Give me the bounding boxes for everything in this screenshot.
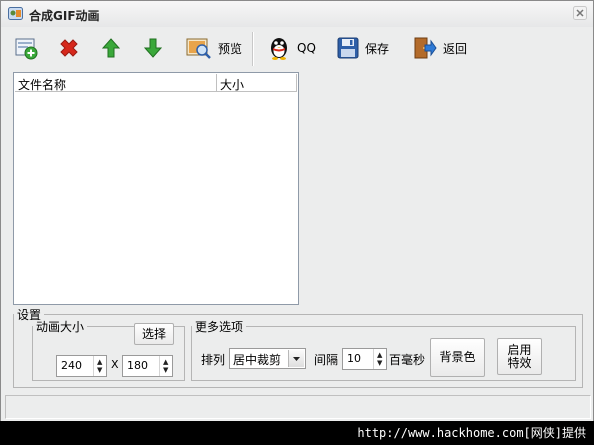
delete-button[interactable] (57, 33, 81, 63)
interval-value: 10 (347, 352, 361, 365)
select-size-button[interactable]: 选择 (134, 323, 174, 345)
dropdown-arrow-icon[interactable] (288, 350, 304, 367)
width-spinner-arrows[interactable]: ▲ ▼ (93, 356, 106, 376)
preview-icon (186, 38, 211, 59)
height-spinner-arrows[interactable]: ▲ ▼ (159, 356, 172, 376)
interval-spinner-arrows[interactable]: ▲ ▼ (373, 349, 386, 369)
interval-unit: 百毫秒 (389, 353, 426, 367)
arrange-select[interactable]: 居中裁剪 (229, 348, 306, 369)
window-title: 合成GIF动画 (29, 9, 100, 23)
height-spinbox[interactable]: 180 ▲ ▼ (122, 355, 173, 377)
save-label: 保存 (365, 41, 390, 56)
width-value: 240 (61, 359, 82, 372)
arrange-value: 居中裁剪 (233, 353, 282, 367)
floppy-icon (337, 37, 359, 59)
move-up-button[interactable] (100, 33, 122, 63)
title-bar: 合成GIF动画 (1, 1, 593, 27)
qq-penguin-icon (271, 38, 287, 60)
qq-label: QQ (297, 41, 316, 55)
main-window: 合成GIF动画 预览 QQ 保存 返回 文件名称 大小 设置 动画大小 选择 2… (0, 0, 594, 422)
move-down-button[interactable] (142, 33, 164, 63)
height-value: 180 (127, 359, 148, 372)
enable-effects-button[interactable]: 启用 特效 (497, 338, 542, 375)
arrow-up-icon (101, 38, 121, 58)
save-button[interactable]: 保存 (337, 33, 389, 63)
add-icon (15, 38, 38, 60)
watermark-text: http://www.hackhome.com[网侠]提供 (357, 426, 586, 440)
preview-button[interactable]: 预览 (186, 33, 242, 63)
exit-door-icon (414, 37, 437, 59)
animation-size-legend: 动画大小 (36, 320, 85, 334)
back-button[interactable]: 返回 (413, 33, 467, 63)
preview-label: 预览 (218, 41, 243, 56)
width-spinbox[interactable]: 240 ▲ ▼ (56, 355, 107, 377)
more-options-legend: 更多选项 (195, 320, 244, 334)
size-separator: X (111, 358, 119, 371)
column-divider[interactable] (216, 74, 217, 91)
status-bar (5, 395, 591, 419)
close-icon[interactable] (573, 6, 587, 20)
back-label: 返回 (443, 41, 468, 56)
interval-label: 间隔 (314, 353, 339, 367)
column-header-size[interactable]: 大小 (220, 76, 244, 93)
toolbar: 预览 QQ 保存 返回 (1, 29, 593, 67)
column-header-filename[interactable]: 文件名称 (18, 76, 66, 93)
qq-button[interactable]: QQ (267, 33, 316, 63)
file-list-header: 文件名称 大小 (15, 74, 297, 92)
background-color-button[interactable]: 背景色 (430, 338, 485, 377)
delete-icon (60, 39, 78, 57)
arrow-down-icon (143, 38, 163, 58)
file-list[interactable]: 文件名称 大小 (13, 72, 299, 305)
footer-strip: http://www.hackhome.com[网侠]提供 (0, 421, 594, 445)
column-divider[interactable] (296, 74, 297, 91)
arrange-label: 排列 (201, 353, 226, 367)
add-button[interactable] (14, 33, 38, 63)
toolbar-separator (252, 32, 254, 66)
interval-spinbox[interactable]: 10 ▲ ▼ (342, 348, 387, 370)
app-icon (8, 7, 23, 20)
